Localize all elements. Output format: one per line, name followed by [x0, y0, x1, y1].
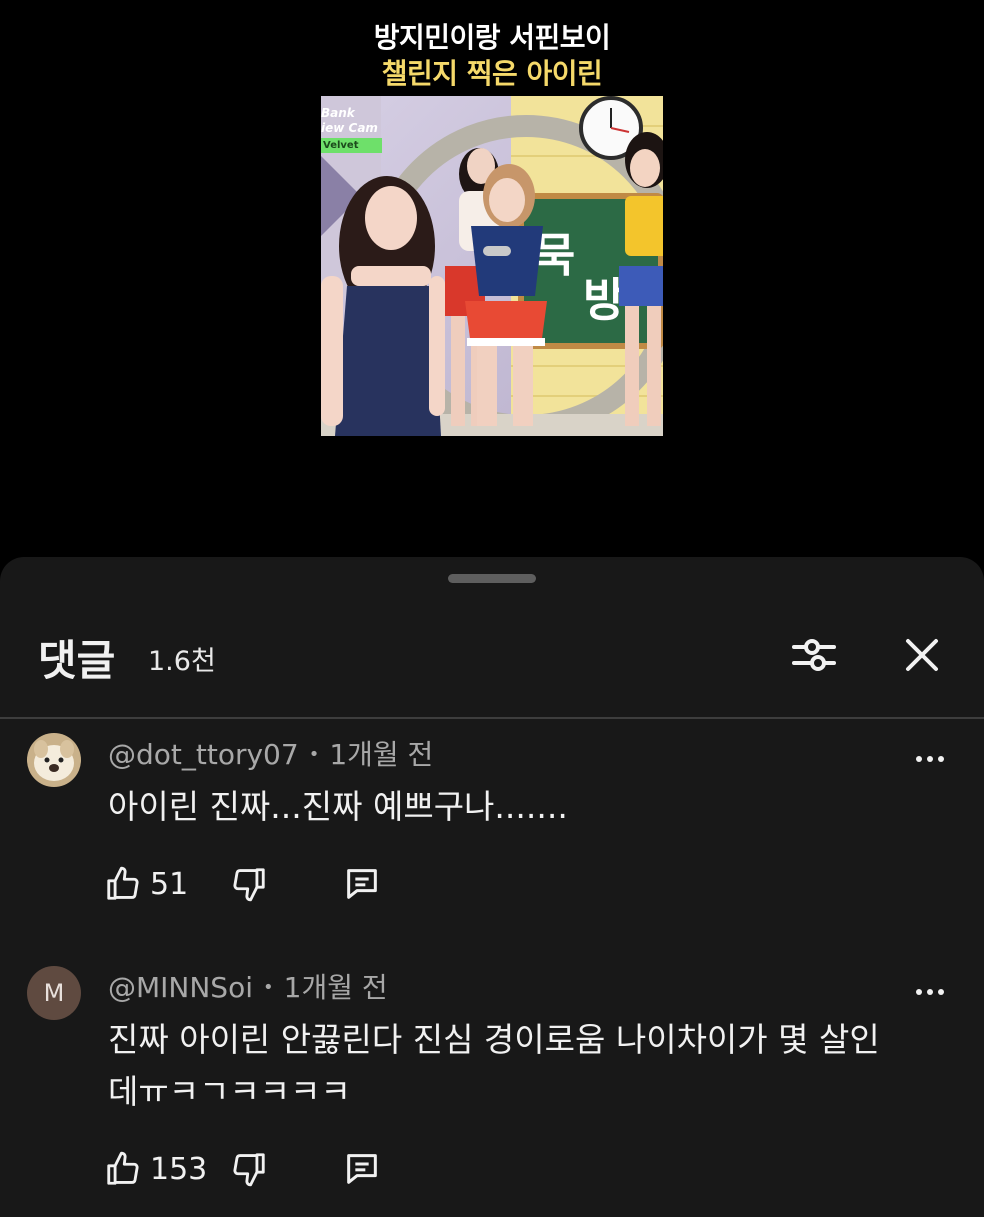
stamp-line2: iew Cam — [321, 121, 378, 135]
comments-title: 댓글 — [38, 636, 116, 685]
comments-sheet: 댓글 1.6천 @dot_ttory07 • 1개월 전 아이린 진짜...진짜… — [0, 557, 984, 1217]
more-vert-icon — [916, 756, 944, 762]
stamp-line3: Velvet — [321, 138, 383, 153]
comment-more-button[interactable] — [906, 972, 954, 1012]
reply-button[interactable] — [342, 1144, 382, 1194]
comments-header: 댓글 1.6천 — [0, 627, 984, 687]
comment-time: 1개월 전 — [329, 738, 434, 771]
comments-count: 1.6천 — [148, 646, 216, 677]
meta-separator: • — [308, 744, 320, 765]
comment-actions: 51 — [104, 859, 504, 909]
sliders-icon — [792, 639, 836, 671]
thumbs-down-icon — [233, 868, 265, 902]
broadcast-stamp: Bank iew Cam Velvet — [321, 106, 383, 153]
comment-author[interactable]: @dot_ttory07 — [108, 738, 299, 771]
header-divider — [0, 717, 984, 719]
comment-text: 진짜 아이린 안끓린다 진심 경이로움 나이차이가 몇 살인데ㅠㅋㄱㅋㅋㅋㅋ — [108, 1020, 880, 1111]
like-count: 51 — [150, 866, 189, 902]
reply-comment-icon — [347, 869, 377, 899]
avatar[interactable] — [27, 733, 81, 787]
dog-avatar-icon — [27, 733, 81, 787]
more-vert-icon — [916, 989, 944, 995]
avatar[interactable]: M — [27, 966, 81, 1020]
comment-meta: @dot_ttory07 • 1개월 전 — [108, 733, 433, 773]
avatar-letter: M — [43, 979, 65, 1007]
meta-separator: • — [263, 977, 274, 998]
thumbs-down-icon — [233, 1153, 265, 1187]
comment-author[interactable]: @MINNSoi — [108, 971, 253, 1004]
video-player[interactable]: 방지민이랑 서핀보이 챌린지 찍은 아이린 묵 방 Bank iew Cam V… — [0, 0, 984, 560]
drag-handle[interactable] — [448, 574, 536, 583]
reply-button[interactable] — [342, 859, 382, 909]
video-frame: 묵 방 Bank iew Cam Velvet — [321, 96, 663, 436]
comment-more-button[interactable] — [906, 739, 954, 779]
video-caption-line2: 챌린지 찍은 아이린 — [381, 57, 603, 90]
comment-actions: 153 — [104, 1144, 504, 1194]
stamp-line1: Bank — [321, 106, 355, 120]
svg-text:방: 방 — [583, 273, 625, 327]
comment-meta: @MINNSoi • 1개월 전 — [108, 966, 388, 1006]
thumbs-up-icon — [107, 1151, 139, 1185]
comment-text: 아이린 진짜...진짜 예쁘구나....... — [108, 787, 568, 826]
like-button[interactable]: 153 — [104, 1144, 207, 1194]
close-icon — [906, 639, 938, 671]
close-button[interactable] — [896, 630, 948, 680]
dislike-button[interactable] — [230, 1144, 268, 1194]
dislike-button[interactable] — [230, 859, 268, 909]
like-count: 153 — [150, 1151, 208, 1187]
thumbs-up-icon — [107, 866, 139, 900]
reply-comment-icon — [347, 1154, 377, 1184]
comment-time: 1개월 전 — [283, 971, 388, 1004]
sort-filter-button[interactable] — [786, 630, 842, 680]
video-caption-line1: 방지민이랑 서핀보이 — [373, 21, 611, 54]
like-button[interactable]: 51 — [104, 859, 188, 909]
